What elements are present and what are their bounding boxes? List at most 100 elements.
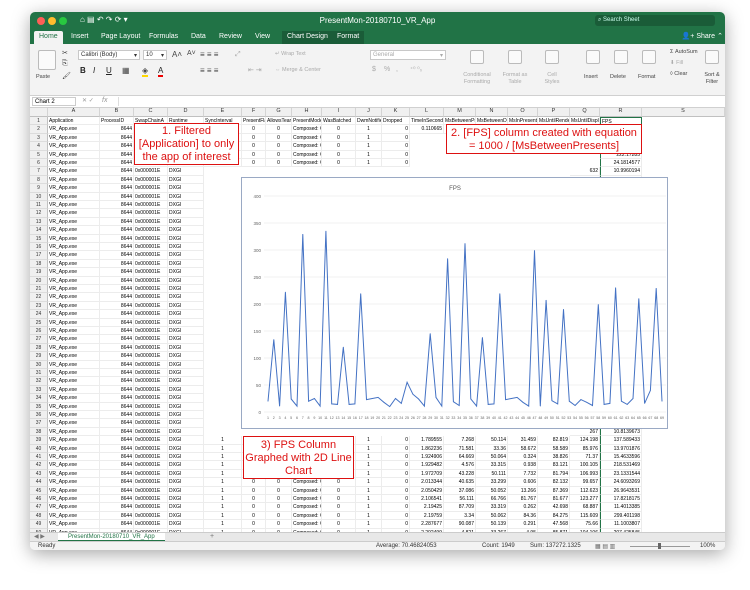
cell-runtime[interactable]: DXGI: [168, 318, 204, 327]
cell-application[interactable]: VR_App.exe: [48, 369, 100, 378]
cell-process-id[interactable]: 8644: [100, 226, 134, 235]
fx-button[interactable]: fx: [102, 97, 107, 104]
cell-application[interactable]: VR_App.exe: [48, 453, 100, 462]
row-header[interactable]: 26: [30, 327, 48, 336]
row-header[interactable]: 29: [30, 352, 48, 361]
cell-present-mode[interactable]: Composed: C: [292, 159, 322, 168]
format-cells-icon[interactable]: [642, 50, 656, 64]
row-header[interactable]: 42: [30, 461, 48, 470]
clipboard-icon[interactable]: [38, 50, 56, 70]
decrease-font-icon[interactable]: A˅: [187, 50, 196, 57]
cell-ms-displayed[interactable]: 85.976: [570, 444, 600, 453]
cell-process-id[interactable]: 8644: [100, 402, 134, 411]
cell-process-id[interactable]: 8644: [100, 125, 134, 134]
cell-swapchain[interactable]: 0x000001E: [134, 453, 168, 462]
row-header[interactable]: 27: [30, 335, 48, 344]
header-cell[interactable]: AllowsTearing: [266, 117, 292, 126]
cell-application[interactable]: VR_App.exe: [48, 234, 100, 243]
column-header-D[interactable]: D: [168, 108, 204, 117]
cell-swapchain[interactable]: 0x000001E: [134, 209, 168, 218]
cell-dwm-notified[interactable]: 1: [356, 133, 382, 143]
cell-application[interactable]: VR_App.exe: [48, 327, 100, 336]
column-header-B[interactable]: B: [100, 108, 134, 117]
cell-allows-tearing[interactable]: 0: [266, 133, 292, 143]
cell-ms-displayed[interactable]: 75.66: [570, 520, 600, 529]
sort-filter-button[interactable]: Sort & Filter: [700, 72, 724, 86]
cell-application[interactable]: VR_App.exe: [48, 495, 100, 504]
row-header[interactable]: 19: [30, 268, 48, 277]
cell-dwm-notified[interactable]: 1: [356, 159, 382, 168]
format-as-table-button[interactable]: Format as Table: [500, 72, 530, 86]
cell-dwm-notified[interactable]: 1: [356, 150, 382, 159]
cell-application[interactable]: VR_App.exe: [48, 427, 100, 437]
cell-ms-between-presents[interactable]: 56.111: [444, 495, 476, 504]
row-header[interactable]: 34: [30, 394, 48, 403]
cell-ms-render-complete[interactable]: 81.677: [538, 495, 570, 504]
currency-button[interactable]: $: [372, 66, 376, 73]
cell-process-id[interactable]: 8644: [100, 285, 134, 294]
tab-format[interactable]: Format: [332, 31, 365, 44]
cell-was-batched[interactable]: 0: [322, 495, 356, 504]
cell-sync-interval[interactable]: 1: [204, 520, 242, 529]
cell-ms-render-complete[interactable]: 47.568: [538, 520, 570, 529]
font-color-button[interactable]: A: [158, 66, 164, 77]
cell-application[interactable]: VR_App.exe: [48, 385, 100, 395]
column-header-O[interactable]: O: [508, 108, 538, 117]
font-name-select[interactable]: Calibri (Body) ▾: [78, 50, 140, 60]
cell-present-mode[interactable]: Composed: C: [292, 150, 322, 159]
cell-runtime[interactable]: DXGI: [168, 234, 204, 243]
column-header-R[interactable]: R: [600, 108, 642, 117]
delete-cells-icon[interactable]: [614, 50, 628, 64]
paste-button[interactable]: Paste: [36, 74, 50, 80]
cell-fps[interactable]: 218.531469: [600, 461, 642, 470]
cell-ms-between-presents[interactable]: 87.709: [444, 503, 476, 512]
cell-application[interactable]: VR_App.exe: [48, 125, 100, 134]
cell-dropped[interactable]: 0: [382, 495, 410, 504]
cell-ms-between-presents[interactable]: 37.086: [444, 486, 476, 495]
header-cell[interactable]: Dropped: [382, 117, 410, 126]
cell-swapchain[interactable]: 0x000001E: [134, 285, 168, 294]
cell-runtime[interactable]: DXGI: [168, 201, 204, 210]
cell-runtime[interactable]: DXGI: [168, 427, 204, 437]
cell-application[interactable]: VR_App.exe: [48, 184, 100, 193]
cell-swapchain[interactable]: 0x000001E: [134, 301, 168, 311]
cell-dropped[interactable]: 0: [382, 125, 410, 134]
cell-allows-tearing[interactable]: 0: [266, 503, 292, 512]
cell-ms-render-complete[interactable]: 82.819: [538, 436, 570, 445]
cell-runtime[interactable]: DXGI: [168, 369, 204, 378]
cell-time[interactable]: 2.19759: [410, 511, 444, 521]
cell-runtime[interactable]: DXGI: [168, 478, 204, 487]
column-header-E[interactable]: E: [204, 108, 242, 117]
format-button[interactable]: Format: [638, 74, 655, 80]
cell-process-id[interactable]: 8644: [100, 167, 134, 176]
cell-dropped[interactable]: 0: [382, 469, 410, 479]
cell-runtime[interactable]: DXGI: [168, 217, 204, 227]
cell-time[interactable]: 2.19425: [410, 503, 444, 512]
cell-allows-tearing[interactable]: 0: [266, 159, 292, 168]
tab-formulas[interactable]: Formulas: [144, 31, 183, 44]
cell-ms-between-presents[interactable]: 7.268: [444, 436, 476, 445]
cell-runtime[interactable]: DXGI: [168, 419, 204, 428]
cell-process-id[interactable]: 8644: [100, 427, 134, 437]
merge-center-button[interactable]: ⇔ Merge & Center: [275, 67, 321, 73]
cell-time[interactable]: 0.110665: [410, 125, 444, 134]
cell-dwm-notified[interactable]: 1: [356, 444, 382, 453]
cut-icon[interactable]: ✂: [62, 49, 68, 57]
cell-present-flags[interactable]: 0: [242, 478, 266, 487]
cell-ms-displayed[interactable]: 68.887: [570, 503, 600, 512]
cell-application[interactable]: VR_App.exe: [48, 335, 100, 344]
cell-application[interactable]: VR_App.exe: [48, 352, 100, 361]
row-header[interactable]: 31: [30, 369, 48, 378]
cell-application[interactable]: VR_App.exe: [48, 343, 100, 353]
cell-sync-interval[interactable]: 1: [204, 436, 242, 445]
cell-swapchain[interactable]: 0x000001E: [134, 360, 168, 369]
cell-process-id[interactable]: 8644: [100, 201, 134, 210]
cell-swapchain[interactable]: 0x000001E: [134, 511, 168, 521]
cell-process-id[interactable]: 8644: [100, 394, 134, 403]
cell-sync-interval[interactable]: 1: [204, 453, 242, 462]
cell-ms-displayed[interactable]: 106.993: [570, 469, 600, 479]
cell-present-flags[interactable]: 0: [242, 142, 266, 151]
cell-swapchain[interactable]: 0x000001E: [134, 461, 168, 470]
row-header[interactable]: 10: [30, 192, 48, 201]
cell-ms-in-present[interactable]: 0.291: [508, 520, 538, 529]
